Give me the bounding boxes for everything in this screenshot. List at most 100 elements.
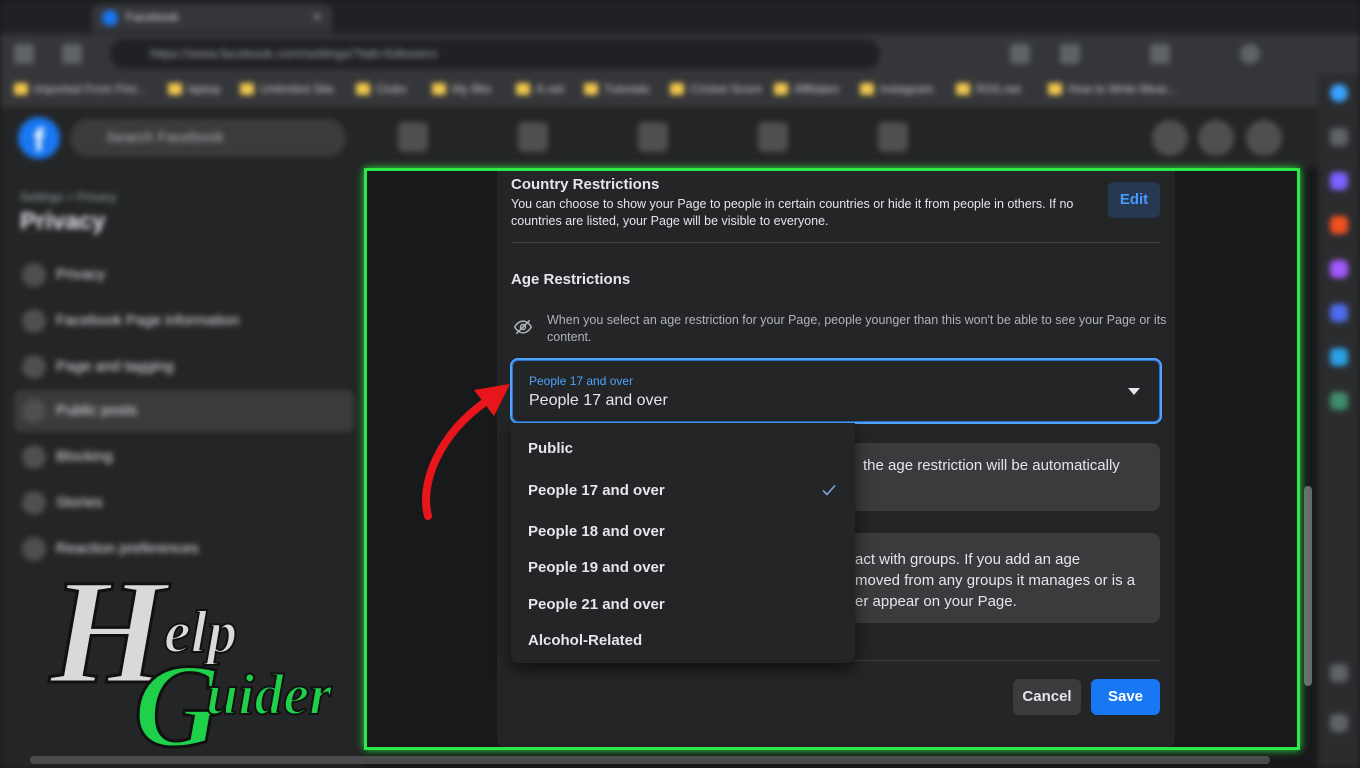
menu-option-21-over[interactable]: People 21 and over [511,587,855,623]
sidebar-item-label: Facebook Page information [56,312,240,329]
sidebar-item-privacy[interactable]: Privacy [14,254,354,296]
account-avatar[interactable] [1246,120,1282,156]
extension-icon[interactable] [1330,216,1348,234]
settings-icon[interactable] [1330,664,1348,682]
help-guider-logo: H elp G uider [47,556,334,768]
extension-icon[interactable] [1330,260,1348,278]
save-button[interactable]: Save [1091,679,1160,715]
menu-option-19-over[interactable]: People 19 and over [511,550,855,586]
bookmark-item[interactable]: How to Write Mear... [1048,82,1176,98]
browser-tab[interactable]: Facebook ✕ [92,4,332,32]
bookmark-item[interactable]: RSS.net [956,82,1021,98]
browser-side-panel [1318,74,1360,768]
checkmark-icon [822,484,836,496]
gaming-icon[interactable] [878,122,908,152]
browser-toolbar: https://www.facebook.com/settings/?tab=f… [0,34,1360,74]
profile-avatar-icon[interactable] [1240,44,1260,64]
eye-slash-icon [513,319,533,335]
sidebar-item-label: Page and tagging [56,358,174,375]
bookmark-item[interactable]: Imported From Fire... [14,82,147,98]
groups-icon[interactable] [758,122,788,152]
tab-title: Facebook [126,10,179,24]
bookmarks-bar: Imported From Fire... laptop Unlimited S… [0,74,1360,106]
country-restrictions-title: Country Restrictions [511,176,660,193]
sidebar-item-label: Public posts [56,402,137,419]
bookmark-item[interactable]: Affiliates [774,82,839,98]
menu-option-public[interactable]: Public [511,431,855,467]
annotation-arrow-icon [422,384,510,520]
watch-icon[interactable] [518,122,548,152]
browser-tabbar: Facebook ✕ [0,0,1360,34]
extension-icon[interactable] [1330,304,1348,322]
settings-icon[interactable] [1330,714,1348,732]
search-icon[interactable] [1330,128,1348,146]
facebook-search-input[interactable]: Search Facebook [70,119,346,157]
marketplace-icon[interactable] [638,122,668,152]
facebook-header: f Search Facebook [0,106,1318,168]
sidebar-item-page-information[interactable]: Facebook Page information [14,300,354,342]
bookmark-item[interactable]: Instagram [860,82,933,98]
age-note-text: the age restriction will be automaticall… [863,457,1120,474]
divider [511,242,1160,243]
copilot-icon[interactable] [1330,84,1348,102]
facebook-icon [22,309,46,333]
menu-option-label: People 17 and over [528,482,665,499]
facebook-favicon-icon [102,10,118,26]
sidebar-item-stories[interactable]: Stories [14,482,354,524]
select-value: People 17 and over [529,392,668,409]
screenshot-root: Facebook ✕ https://www.facebook.com/sett… [0,0,1360,768]
bookmark-item[interactable]: Unlimited Site [240,82,334,98]
cancel-button[interactable]: Cancel [1013,679,1081,715]
country-restrictions-description: You can choose to show your Page to peop… [511,197,1074,228]
bookmark-item[interactable]: Clubs [356,82,407,98]
extension-icon[interactable] [1330,172,1348,190]
bookmark-item[interactable]: A.net [516,82,564,98]
groups-note-line: act with groups. If you add an age [855,551,1081,568]
groups-note-line: moved from any groups it manages or is a [855,572,1136,589]
sidebar-item-label: Blocking [56,448,113,465]
back-icon[interactable] [14,44,34,64]
menu-option-alcohol[interactable]: Alcohol-Related [511,623,855,659]
block-icon [22,445,46,469]
bookmark-item[interactable]: Tutorials [584,82,650,98]
outlook-icon[interactable] [1330,348,1348,366]
svg-text:uider: uider [206,662,332,727]
extension-icon[interactable] [1010,44,1030,64]
home-icon[interactable] [398,122,428,152]
sidebar-item-label: Reaction preferences [56,540,199,557]
breadcrumb[interactable]: Settings > Privacy [20,190,116,204]
bookmark-item[interactable]: laptop [168,82,221,98]
age-dropdown-menu: Public People 17 and over People 18 and … [511,423,855,663]
sidebar-item-label: Privacy [56,266,106,283]
extension-icon[interactable] [1150,44,1170,64]
settings-card: Country Restrictions You can choose to s… [497,171,1175,747]
close-tab-icon[interactable]: ✕ [312,10,322,24]
facebook-logo-icon[interactable]: f [18,117,60,159]
sidebar-title: Privacy [20,208,106,235]
stories-icon [22,491,46,515]
reload-icon[interactable] [62,44,82,64]
age-restriction-info: When you select an age restriction for y… [547,313,1167,344]
menu-option-17-over[interactable]: People 17 and over [511,473,855,509]
extension-icon[interactable] [1060,44,1080,64]
notifications-icon[interactable] [1198,120,1234,156]
menu-grid-icon[interactable] [1152,120,1188,156]
vertical-scrollbar[interactable] [1304,486,1312,686]
edit-button[interactable]: Edit [1108,182,1160,218]
lock-icon [22,263,46,287]
sidebar-item-public-posts[interactable]: Public posts [14,390,354,432]
address-bar[interactable]: https://www.facebook.com/settings/?tab=f… [110,39,880,69]
age-restriction-select[interactable]: People 17 and over People 17 and over [510,358,1162,424]
sidebar-item-tagging[interactable]: Page and tagging [14,346,354,388]
groups-note-line: er appear on your Page. [855,593,1017,610]
extension-icon[interactable] [1330,392,1348,410]
tag-icon [22,355,46,379]
posts-icon [22,399,46,423]
thumbs-up-icon [22,537,46,561]
menu-option-18-over[interactable]: People 18 and over [511,514,855,550]
sidebar-item-label: Stories [56,494,103,511]
bookmark-item[interactable]: Cricket Score [670,82,762,98]
age-restrictions-title: Age Restrictions [511,271,631,288]
sidebar-item-blocking[interactable]: Blocking [14,436,354,478]
bookmark-item[interactable]: My Bits [432,82,491,98]
